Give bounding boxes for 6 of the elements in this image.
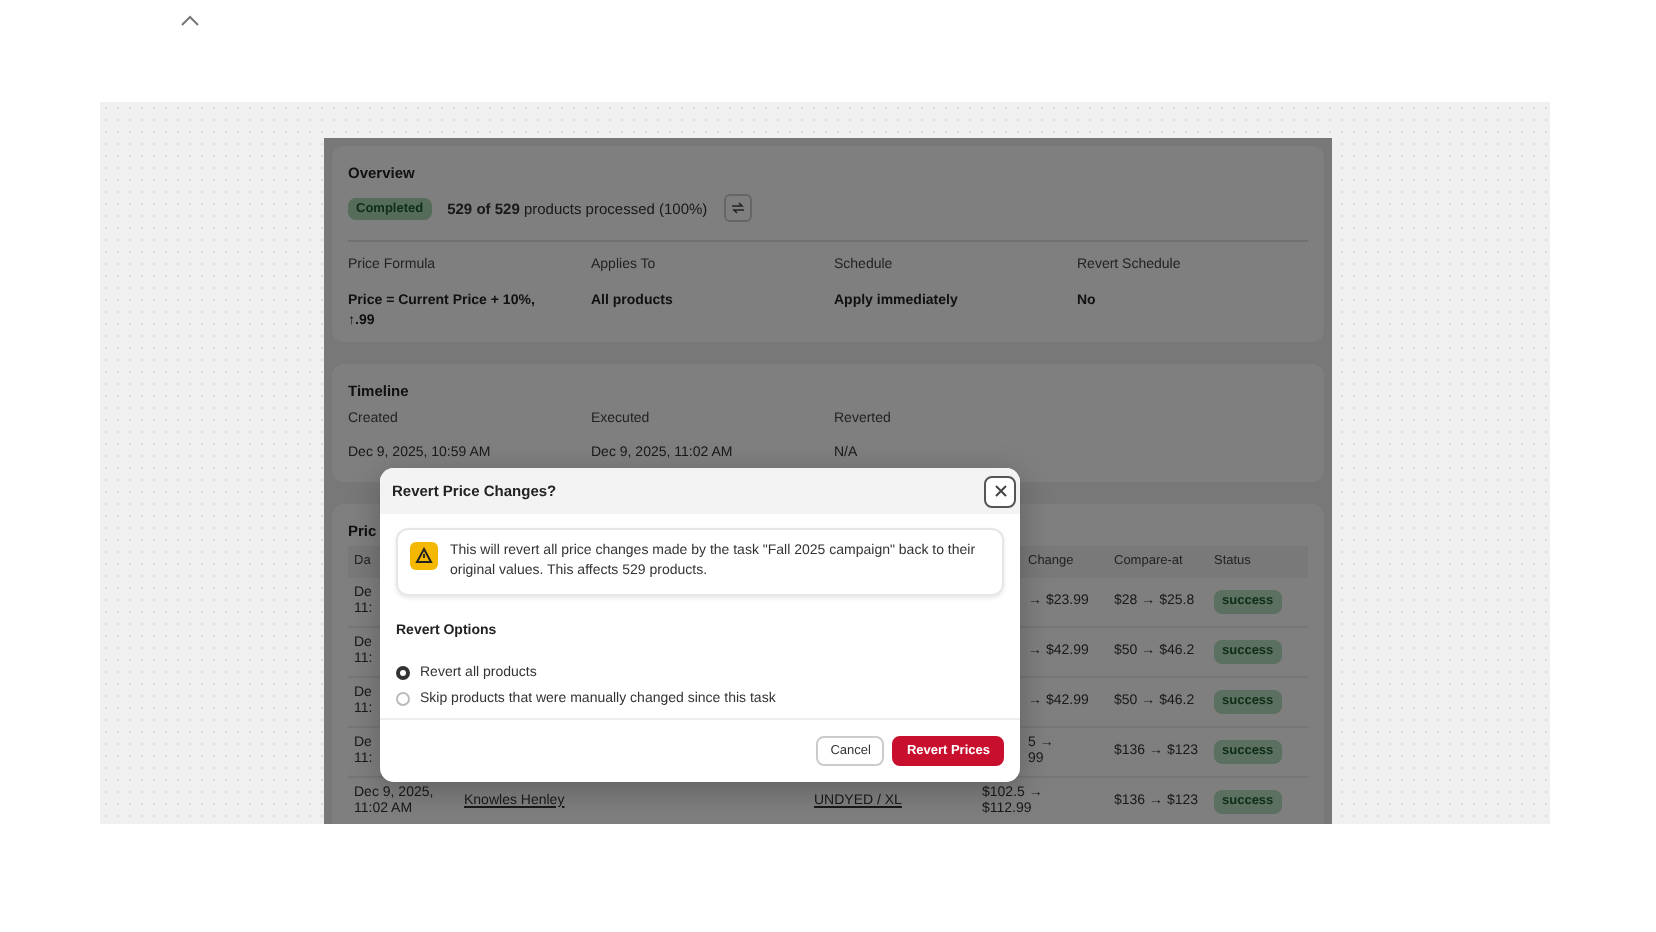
close-button[interactable] [984,475,1016,507]
close-icon [993,484,1007,498]
caret-up-icon[interactable] [180,14,200,26]
refresh-icon [729,200,746,216]
warning-icon [410,542,438,570]
refresh-button[interactable] [723,194,752,222]
